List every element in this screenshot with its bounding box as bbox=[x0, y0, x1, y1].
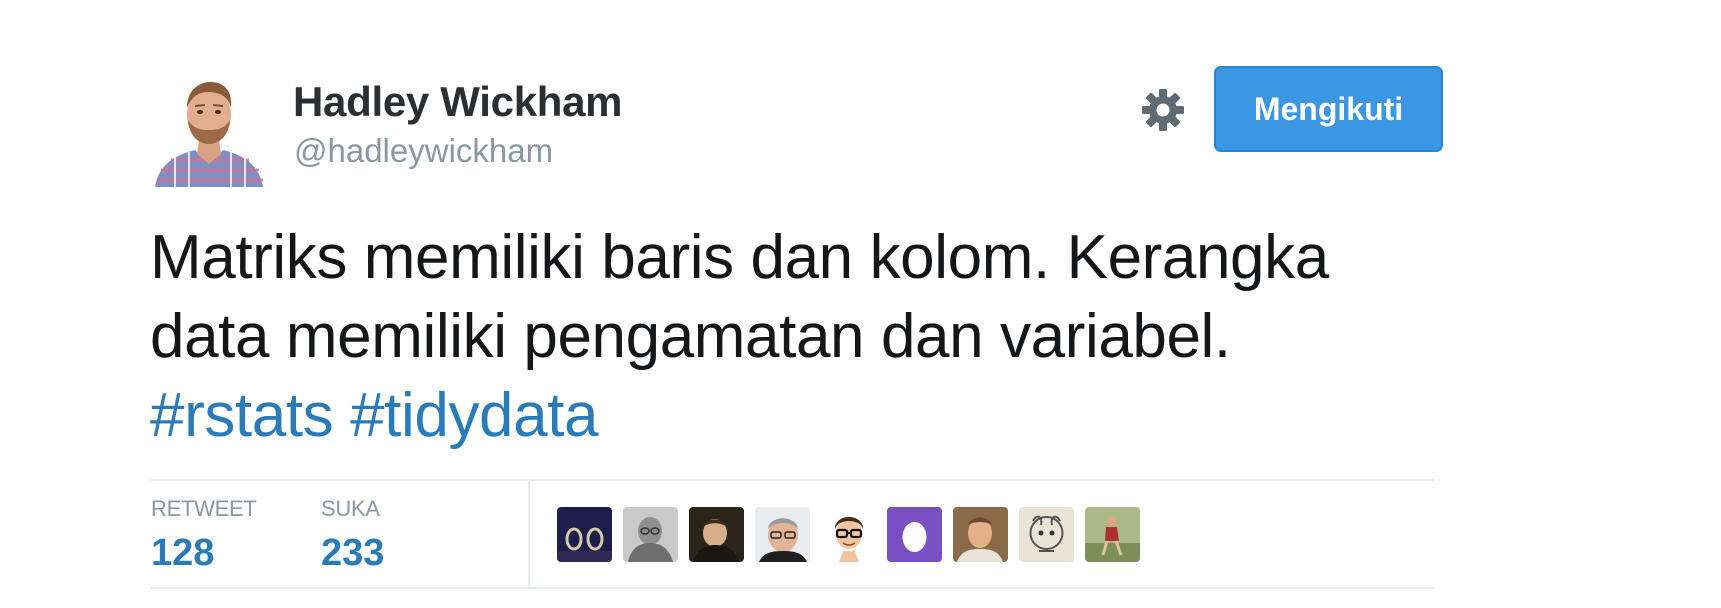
liker-avatar[interactable] bbox=[755, 507, 810, 562]
liker-avatar[interactable] bbox=[1085, 507, 1140, 562]
tweet-text-line-1: Matriks memiliki baris dan kolom. Kerang… bbox=[150, 223, 1329, 292]
hashtag-rstats[interactable]: #rstats bbox=[150, 381, 334, 450]
liker-avatar[interactable] bbox=[1019, 507, 1074, 562]
liker-avatars bbox=[557, 507, 1140, 565]
tweet-text: Matriks memiliki baris dan kolom. Kerang… bbox=[150, 218, 1440, 455]
like-label: SUKA bbox=[321, 496, 380, 521]
liker-avatar[interactable] bbox=[887, 507, 942, 562]
tweet-text-line-2: data memiliki pengamatan dan variabel. bbox=[150, 302, 1231, 371]
tweet-hashtags: #rstats #tidydata bbox=[150, 376, 1440, 455]
retweet-stat[interactable]: RETWEET 128 bbox=[151, 496, 257, 575]
follow-button[interactable]: Mengikuti bbox=[1214, 66, 1443, 152]
settings-button[interactable] bbox=[1138, 85, 1188, 135]
tweet-header: Hadley Wickham @hadleywickham Mengikuti bbox=[151, 66, 1444, 187]
liker-avatar[interactable] bbox=[953, 507, 1008, 562]
liker-avatar-egg-icon bbox=[887, 507, 942, 562]
author-name[interactable]: Hadley Wickham bbox=[293, 78, 623, 126]
stats-separator bbox=[528, 481, 530, 587]
liker-avatar-8-icon bbox=[1019, 507, 1074, 562]
liker-avatar[interactable] bbox=[821, 507, 876, 562]
liker-avatar-5-icon bbox=[821, 507, 876, 562]
liker-avatar[interactable] bbox=[557, 507, 612, 562]
liker-avatar-2-icon bbox=[623, 507, 678, 562]
like-stat[interactable]: SUKA 233 bbox=[321, 496, 384, 575]
author-handle[interactable]: @hadleywickham bbox=[294, 132, 553, 170]
liker-avatar-4-icon bbox=[755, 507, 810, 562]
liker-avatar[interactable] bbox=[623, 507, 678, 562]
author-avatar[interactable] bbox=[151, 70, 268, 187]
like-count: 233 bbox=[321, 532, 385, 574]
liker-avatar-1-icon bbox=[557, 507, 612, 562]
gear-icon bbox=[1142, 89, 1184, 131]
liker-avatar-9-icon bbox=[1085, 507, 1140, 562]
tweet-card: Hadley Wickham @hadleywickham Mengikuti bbox=[150, 66, 1444, 589]
retweet-label: RETWEET bbox=[151, 496, 257, 521]
profile-photo-icon bbox=[151, 70, 268, 187]
liker-avatar[interactable] bbox=[689, 507, 744, 562]
liker-avatar-7-icon bbox=[953, 507, 1008, 562]
stats-divider-bottom bbox=[151, 587, 1434, 589]
liker-avatar-3-icon bbox=[689, 507, 744, 562]
hashtag-tidydata[interactable]: #tidydata bbox=[350, 381, 598, 450]
retweet-count: 128 bbox=[151, 532, 215, 574]
stats-divider-top bbox=[151, 479, 1434, 481]
